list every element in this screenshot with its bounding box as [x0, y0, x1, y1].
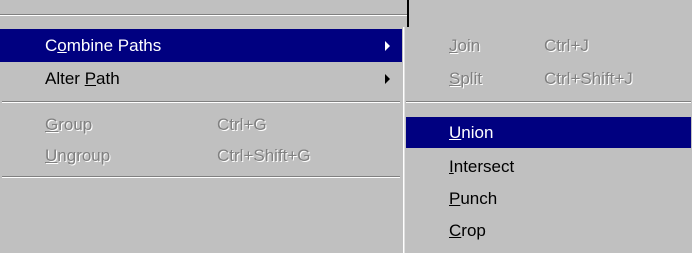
- menu-separator: [2, 176, 400, 178]
- combine-paths-submenu: Join Ctrl+J Split Ctrl+Shift+J Union Int…: [403, 27, 692, 253]
- menu-item-combine-paths[interactable]: Combine Paths: [0, 29, 402, 62]
- menu-item-label: Punch: [449, 189, 498, 208]
- menu-item-alter-path[interactable]: Alter Path: [0, 62, 402, 95]
- menu-item-shortcut: Ctrl+G: [217, 115, 267, 134]
- menu-item-label: Combine Paths: [45, 36, 162, 55]
- submenu-arrow-icon: [385, 41, 390, 51]
- menu-item-join[interactable]: Join Ctrl+J: [404, 29, 692, 62]
- menu-item-label: Alter Path: [45, 69, 120, 88]
- menu-separator: [2, 101, 400, 103]
- menu-item-punch[interactable]: Punch: [404, 184, 692, 213]
- menu-item-group[interactable]: Group Ctrl+G: [0, 108, 402, 141]
- menu-item-label: Ungroup: [45, 146, 111, 165]
- menu-item-label: Split: [449, 69, 483, 88]
- menu-item-label: Intersect: [449, 157, 515, 176]
- menu-item-shortcut: Ctrl+Shift+J: [544, 69, 633, 88]
- submenu-arrow-icon: [385, 74, 390, 84]
- text-cursor-line: [407, 0, 409, 27]
- menu-bar-edge: [0, 0, 692, 27]
- menu-bar-divider: [0, 14, 408, 16]
- menu-item-shortcut: Ctrl+Shift+G: [217, 146, 311, 165]
- menu-separator: [406, 101, 691, 103]
- menu-item-label: Join: [449, 36, 481, 55]
- menu-item-shortcut: Ctrl+J: [544, 36, 589, 55]
- menu-item-label: Group: [45, 115, 93, 134]
- menu-item-split[interactable]: Split Ctrl+Shift+J: [404, 62, 692, 95]
- menu-item-union[interactable]: Union: [406, 117, 691, 148]
- menu-item-ungroup[interactable]: Ungroup Ctrl+Shift+G: [0, 139, 402, 172]
- menu-item-label: Crop: [449, 221, 486, 240]
- menu-item-crop[interactable]: Crop: [404, 216, 692, 245]
- menu-item-label: Union: [449, 123, 494, 142]
- object-menu: Combine Paths Alter Path Group Ctrl+G Un…: [0, 27, 402, 253]
- menu-item-intersect[interactable]: Intersect: [404, 152, 692, 181]
